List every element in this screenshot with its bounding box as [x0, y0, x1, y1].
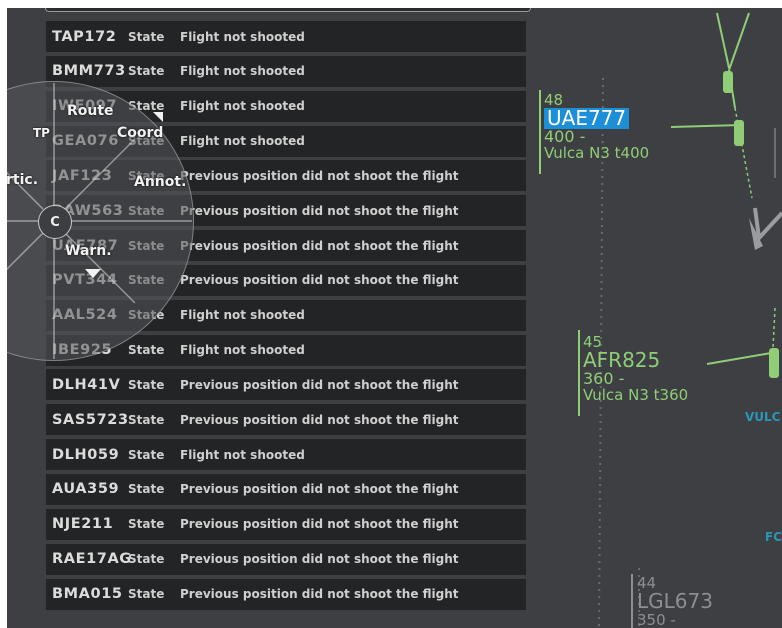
flight-state-message: Previous position did not shoot the flig…: [180, 552, 459, 567]
uae777-vector: [728, 12, 750, 71]
flight-row[interactable]: TAP172 State Flight not shooted: [46, 21, 526, 52]
flight-row[interactable]: RAE17AG State Previous position did not sh…: [46, 543, 526, 575]
uae777-symbol: [734, 120, 744, 146]
flight-state-message: Previous position did not shoot the flig…: [180, 412, 459, 427]
warn-chevron-icon: [85, 269, 101, 278]
flight-callsign[interactable]: BMA015: [46, 586, 128, 602]
flight-state-label: State: [128, 412, 165, 427]
lgl673-cfl: 350 -: [637, 611, 676, 628]
flight-callsign[interactable]: NJE211: [46, 516, 128, 532]
afr825-callsign[interactable]: AFR825: [583, 350, 688, 371]
flight-callsign[interactable]: TAP172: [46, 29, 128, 45]
lgl673-label-bar: [631, 574, 633, 628]
afr825-trail: [772, 307, 776, 349]
fix-fc: FC: [765, 530, 782, 544]
flight-callsign[interactable]: DLH41V: [46, 377, 128, 393]
flight-state-label: State: [128, 64, 165, 79]
afr825-route: Vulca N3 t360: [583, 386, 689, 404]
flight-callsign[interactable]: DLH059: [46, 447, 128, 463]
flight-state-label: State: [128, 587, 165, 601]
flight-state-message: Flight not shooted: [180, 64, 305, 79]
radial-center-button[interactable]: C: [38, 205, 72, 239]
flight-callsign[interactable]: SAS5723: [46, 412, 128, 428]
flight-state-message: Previous position did not shoot the flig…: [180, 587, 459, 601]
radial-warn[interactable]: Warn.: [65, 243, 112, 259]
afr825-symbol: [769, 348, 779, 378]
grey-track-vector: [753, 207, 782, 243]
uae777-label-bar: [539, 90, 541, 174]
radial-dividers: [7, 83, 192, 359]
uae777-target: [723, 71, 733, 93]
flight-state-message: Flight not shooted: [180, 343, 305, 358]
uae777-leader-line: [670, 124, 742, 128]
flight-callsign[interactable]: BMM773: [46, 63, 128, 79]
afr825-label[interactable]: 45 AFR825 360 - Vulca N3 t360: [583, 334, 688, 403]
flight-state-label: State: [128, 29, 165, 44]
flight-state-label: State: [128, 517, 165, 532]
flight-state-label: State: [128, 482, 165, 497]
flight-state-message: Previous position did not shoot the flig…: [180, 203, 459, 218]
uae777-history: [716, 12, 730, 69]
flight-callsign[interactable]: RAE17AG: [46, 551, 131, 567]
flight-row[interactable]: DLH059 State Flight not shooted: [46, 439, 526, 471]
list-header-edge: [45, 8, 531, 12]
radial-menu[interactable]: Route Coord TP rtic. C Annot. Warn.: [7, 81, 194, 361]
flight-state-message: Flight not shooted: [180, 29, 305, 44]
flight-row[interactable]: BMA015 State Previous position did not sho…: [46, 578, 526, 610]
radial-route[interactable]: Route: [67, 103, 114, 119]
afr825-label-bar: [578, 330, 580, 416]
flight-state-message: Previous position did not shoot the flig…: [180, 273, 459, 288]
flight-row[interactable]: SAS5723 State Previous position did not sh…: [46, 404, 526, 436]
flight-row[interactable]: AUA359 State Previous position did not sho…: [46, 473, 526, 505]
afr825-cfl: 360 -: [583, 369, 625, 388]
radial-coord[interactable]: Coord: [117, 125, 163, 141]
flight-state-message: Previous position did not shoot the flig…: [180, 517, 459, 532]
coord-corner-icon: [153, 112, 163, 122]
radial-annot[interactable]: Annot.: [134, 174, 186, 190]
afr825-leader-line: [706, 351, 778, 365]
flight-state-message: Previous position did not shoot the flig…: [180, 482, 459, 497]
flight-state-message: Flight not shooted: [180, 308, 305, 323]
radial-tp[interactable]: TP: [33, 126, 50, 140]
uae777-label[interactable]: 48 UAE777 400 - Vulca N3 t400: [544, 92, 649, 161]
atc-screen: 48 UAE777 400 - Vulca N3 t400 45 AFR825 …: [7, 8, 782, 628]
radial-vertic[interactable]: rtic.: [7, 172, 38, 188]
flight-state-message: Flight not shooted: [180, 447, 305, 462]
uae777-callsign[interactable]: UAE777: [544, 108, 630, 129]
flight-state-label: State: [128, 377, 165, 392]
lgl673-label[interactable]: 44 LGL673 350 -: [637, 575, 713, 628]
flight-state-message: Flight not shooted: [180, 99, 305, 114]
flight-state-message: Previous position did not shoot the flig…: [180, 238, 459, 253]
flight-state-label: State: [128, 552, 165, 567]
flight-callsign[interactable]: AUA359: [46, 481, 128, 497]
uae777-cfl: 400 -: [544, 127, 586, 146]
flight-row[interactable]: DLH41V State Previous position did not sho…: [46, 369, 526, 401]
fix-vulc: VULC: [745, 410, 781, 424]
flight-state-message: Previous position did not shoot the flig…: [180, 377, 459, 392]
uae777-route: Vulca N3 t400: [544, 144, 650, 162]
flight-state-label: State: [128, 447, 165, 462]
flight-state-message: Previous position did not shoot the flig…: [180, 168, 459, 183]
flight-state-message: Flight not shooted: [180, 134, 305, 149]
lgl673-callsign[interactable]: LGL673: [637, 591, 713, 612]
flight-row[interactable]: NJE211 State Previous position did not sho…: [46, 508, 526, 540]
